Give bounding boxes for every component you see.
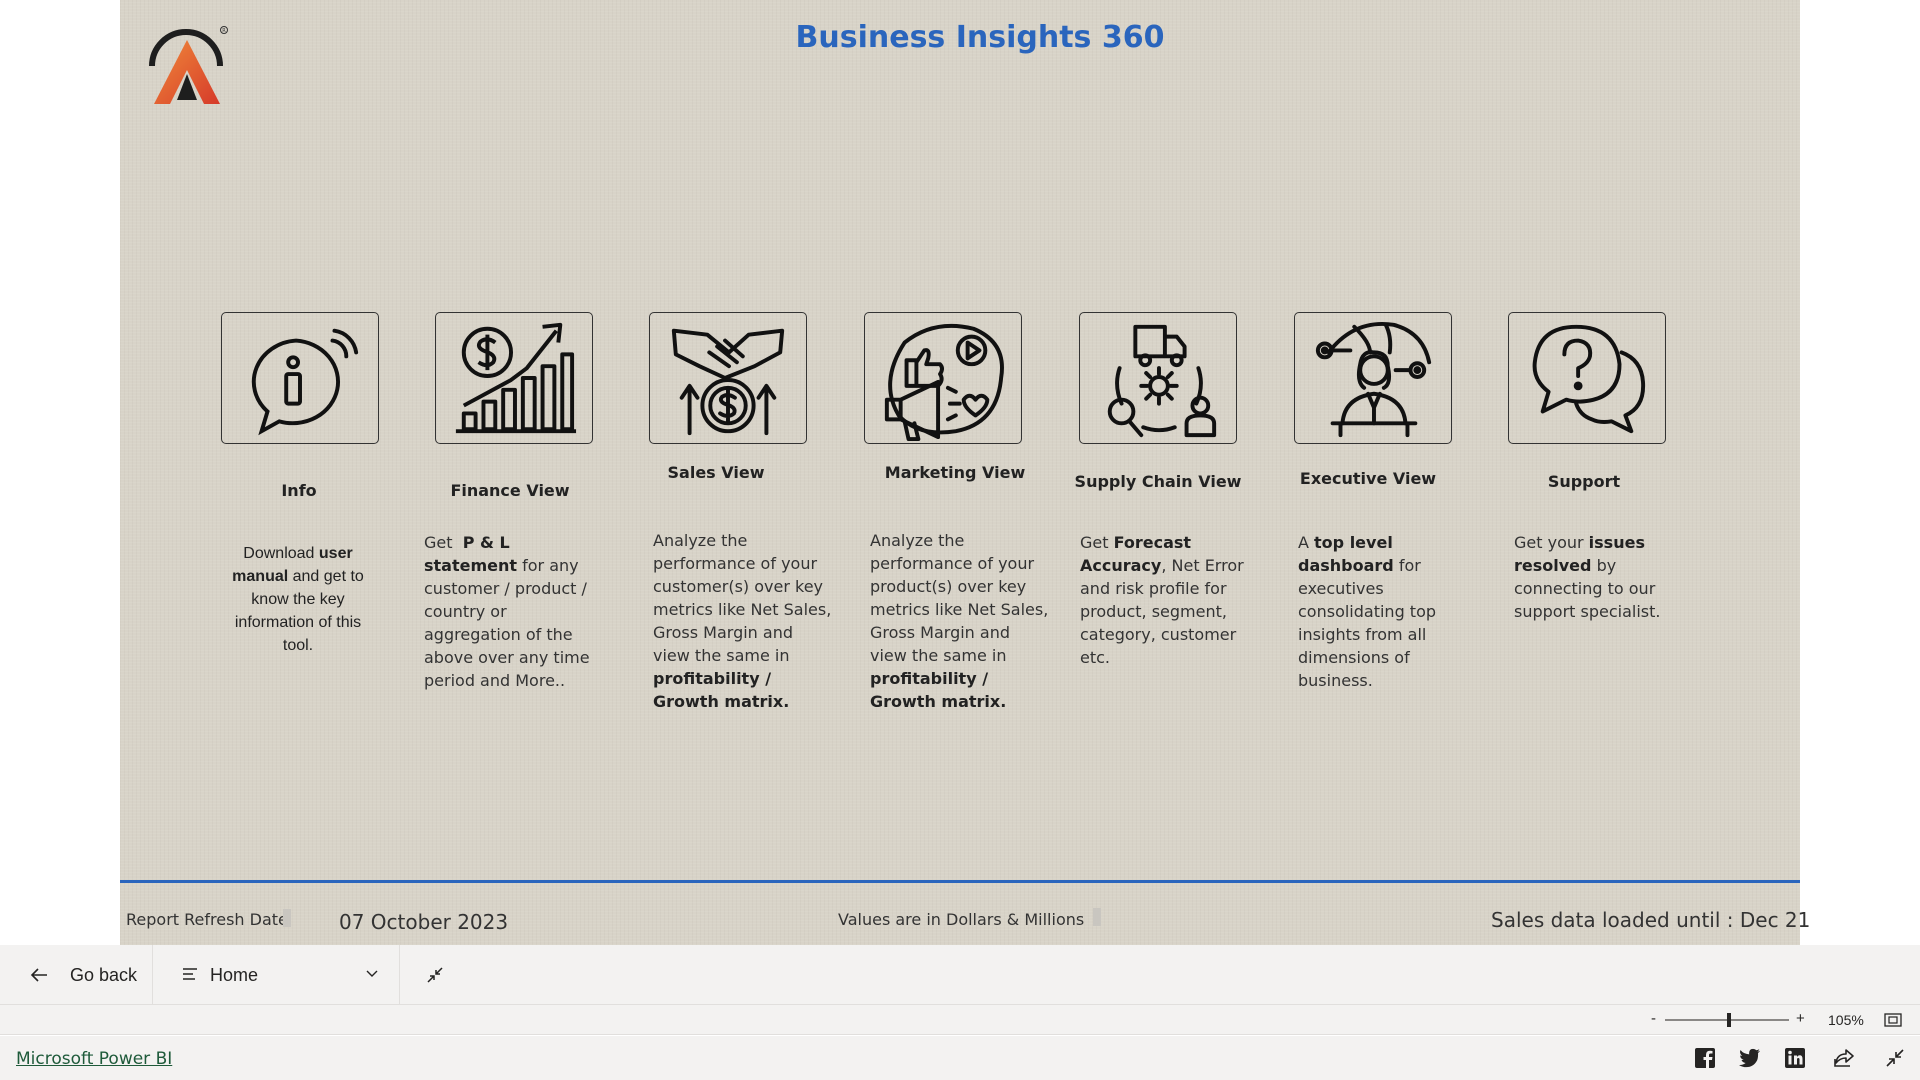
refresh-label: Report Refresh Date (126, 910, 288, 929)
report-title: Business Insights 360 (795, 20, 1165, 55)
zoom-level: 105% (1828, 1012, 1864, 1028)
refresh-date: 07 October 2023 (339, 910, 509, 934)
page-selector-dropdown[interactable]: Home (154, 945, 400, 1005)
zoom-bar: - + 105% (0, 1005, 1920, 1035)
card-desc-finance: Get P & L statement for any customer / p… (424, 533, 590, 690)
refresh-label-marker (283, 909, 291, 927)
collapse-icon (427, 967, 443, 983)
finance-chart-icon (455, 322, 577, 434)
card-title-executive: Executive View (1299, 469, 1437, 488)
twitter-icon[interactable] (1739, 1047, 1761, 1069)
support-tile-button[interactable] (1508, 312, 1666, 444)
handshake-dollar-icon (671, 328, 785, 436)
sales-loaded-text: Sales data loaded until : Dec 21 (1491, 908, 1811, 932)
chevron-down-icon (366, 970, 378, 977)
current-page-label: Home (210, 965, 259, 985)
card-desc-executive: A top level dashboard for executives con… (1298, 533, 1437, 690)
supply-chain-view-tile-button[interactable] (1079, 312, 1237, 444)
exit-fullscreen-icon[interactable] (1884, 1047, 1906, 1069)
executive-icon (1315, 322, 1432, 438)
megaphone-social-icon (884, 323, 1004, 442)
zoom-slider-thumb[interactable] (1727, 1013, 1731, 1027)
executive-view-tile-button[interactable] (1294, 312, 1452, 444)
go-back-button[interactable]: Go back (0, 945, 153, 1005)
marketing-view-tile-button[interactable] (864, 312, 1022, 444)
card-desc-info: Download user manual and get to know the… (232, 545, 364, 654)
supply-chain-icon (1107, 324, 1217, 438)
facebook-icon[interactable] (1694, 1047, 1716, 1069)
info-icon (251, 328, 359, 436)
zoom-out-button[interactable]: - (1651, 1010, 1656, 1027)
go-back-label: Go back (70, 965, 138, 985)
values-note: Values are in Dollars & Millions (838, 910, 1085, 929)
arrow-left-icon (30, 968, 47, 982)
card-desc-support: Get your issues resolved by connecting t… (1514, 533, 1661, 621)
card-title-supply-chain: Supply Chain View (1074, 472, 1242, 491)
powerbi-footer: Microsoft Power BI (0, 1036, 1920, 1080)
finance-view-tile-button[interactable] (435, 312, 593, 444)
collapse-navigation-button[interactable] (420, 963, 450, 987)
values-note-marker (1093, 908, 1101, 926)
card-desc-supply-chain: Get Forecast Accuracy, Net Error and ris… (1080, 533, 1244, 667)
sales-view-tile-button[interactable] (649, 312, 807, 444)
card-desc-sales: Analyze the performance of your customer… (653, 531, 832, 711)
fit-to-page-icon[interactable] (1884, 1012, 1902, 1028)
page-list-icon (183, 968, 197, 980)
zoom-in-button[interactable]: + (1796, 1010, 1805, 1027)
card-desc-marketing: Analyze the performance of your product(… (870, 531, 1049, 711)
linkedin-icon[interactable] (1784, 1047, 1806, 1069)
card-title-info: Info (281, 481, 317, 500)
card-title-support: Support (1547, 472, 1621, 491)
support-chat-icon (1532, 324, 1646, 434)
card-title-finance: Finance View (450, 481, 570, 500)
footer-divider (120, 880, 1800, 883)
card-title-sales: Sales View (667, 463, 765, 482)
share-icon[interactable] (1833, 1047, 1855, 1069)
card-title-marketing: Marketing View (884, 463, 1026, 482)
microsoft-power-bi-link[interactable]: Microsoft Power BI (16, 1049, 172, 1069)
report-navbar: Go back Home (0, 945, 1920, 1005)
info-tile-button[interactable] (221, 312, 379, 444)
